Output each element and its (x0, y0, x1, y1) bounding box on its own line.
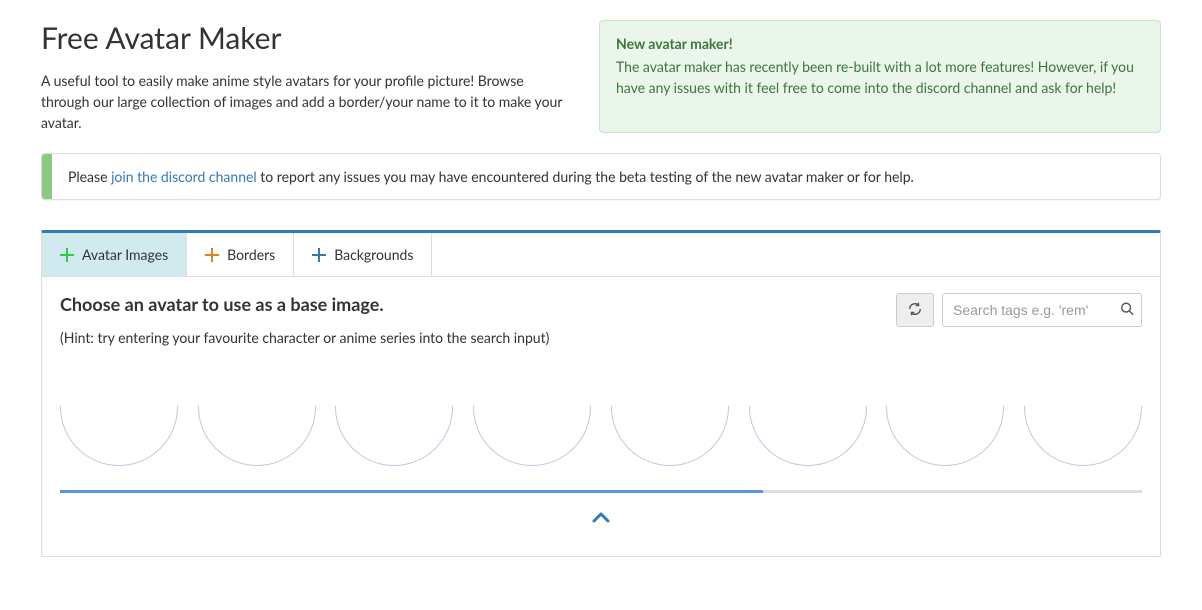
avatar-slot[interactable] (1024, 406, 1142, 466)
tab-backgrounds[interactable]: Backgrounds (294, 233, 432, 276)
banner-content: Please join the discord channel to repor… (52, 154, 930, 199)
banner-prefix: Please (68, 168, 111, 185)
avatar-row (60, 406, 1142, 466)
avatar-slot[interactable] (335, 406, 453, 466)
alert-box: New avatar maker! The avatar maker has r… (599, 20, 1161, 133)
avatar-slot[interactable] (886, 406, 1004, 466)
search-input[interactable] (942, 293, 1142, 327)
tab-label: Avatar Images (82, 246, 168, 263)
banner-accent (42, 154, 52, 199)
tab-borders[interactable]: Borders (187, 233, 294, 276)
avatar-slot[interactable] (473, 406, 591, 466)
page-title: Free Avatar Maker (41, 20, 569, 56)
plus-icon (60, 248, 74, 262)
alert-text: The avatar maker has recently been re-bu… (616, 56, 1144, 98)
tab-avatar-images[interactable]: Avatar Images (42, 233, 187, 276)
progress-track (60, 490, 1142, 493)
tab-label: Borders (227, 246, 275, 263)
alert-title: New avatar maker! (616, 35, 1144, 52)
avatar-slot[interactable] (198, 406, 316, 466)
discord-banner: Please join the discord channel to repor… (41, 153, 1161, 200)
discord-link[interactable]: join the discord channel (111, 168, 257, 185)
section-hint: (Hint: try entering your favourite chara… (60, 329, 549, 346)
tabs-row: Avatar Images Borders Backgrounds (42, 233, 1160, 277)
refresh-button[interactable] (896, 293, 934, 327)
main-panel: Avatar Images Borders Backgrounds Choose… (41, 230, 1161, 557)
refresh-icon (908, 302, 922, 319)
avatar-slot[interactable] (60, 406, 178, 466)
search-icon (1120, 302, 1134, 319)
avatar-slot[interactable] (749, 406, 867, 466)
chevron-up-icon[interactable] (591, 511, 611, 528)
progress-bar (60, 490, 763, 493)
tab-label: Backgrounds (334, 246, 413, 263)
avatar-slot[interactable] (611, 406, 729, 466)
plus-icon (205, 248, 219, 262)
banner-suffix: to report any issues you may have encoun… (257, 168, 914, 185)
plus-icon (312, 248, 326, 262)
search-row (896, 293, 1142, 327)
section-heading: Choose an avatar to use as a base image. (60, 293, 549, 315)
page-subtitle: A useful tool to easily make anime style… (41, 70, 569, 133)
